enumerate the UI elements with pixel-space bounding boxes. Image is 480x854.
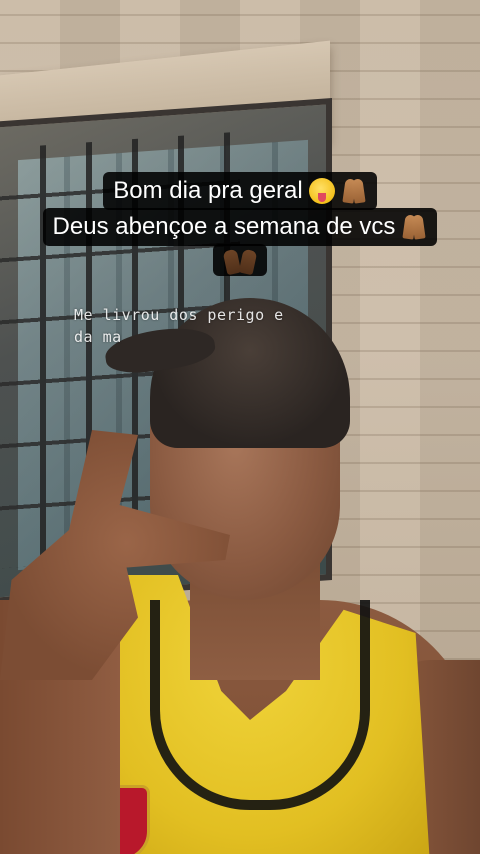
lyric-line-1: Me livrou dos perigo e (74, 306, 284, 324)
raising-hands-icon (223, 246, 257, 274)
caption-line-2-text: Deus abençoe a semana de vcs (52, 213, 396, 240)
praying-hands-icon (401, 214, 427, 240)
caption-line-1-text: Bom dia pra geral (113, 177, 303, 204)
praying-hands-icon (341, 178, 367, 204)
squinting-tongue-face-icon (308, 178, 335, 204)
caption-line-3 (213, 244, 267, 276)
caption-line-2: Deus abençoe a semana de vcs (42, 208, 438, 246)
lyric-overlay: Me livrou dos perigo e da ma (74, 304, 394, 348)
lyric-line-2: da ma (74, 328, 122, 346)
story-photo (0, 0, 480, 854)
caption-line-1: Bom dia pra geral (103, 172, 377, 210)
story-caption: Bom dia pra geral Deus abençoe a semana … (0, 172, 480, 276)
